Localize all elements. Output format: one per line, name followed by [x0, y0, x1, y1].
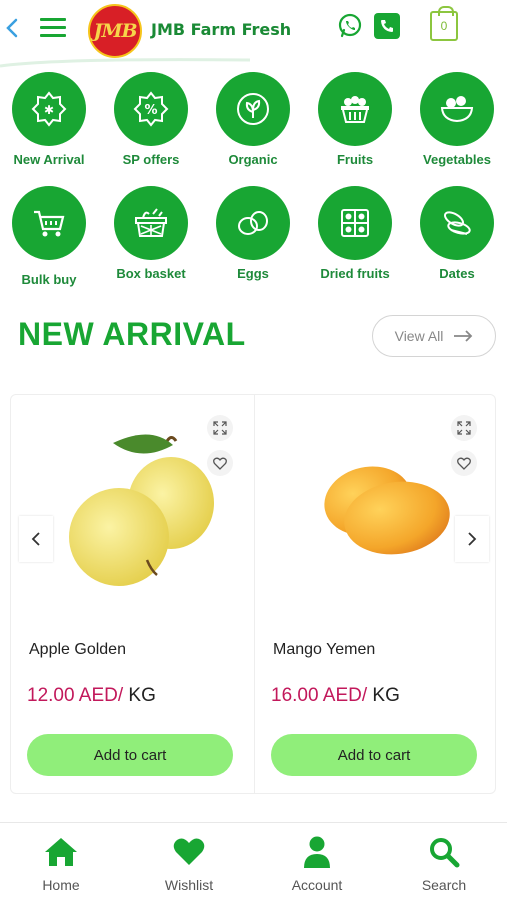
product-card[interactable]: Apple Golden 12.00 AED/ KG Add to cart [11, 395, 254, 793]
product-name[interactable]: Apple Golden [29, 641, 126, 659]
category-label: New Arrival [13, 152, 85, 167]
nav-search[interactable]: Search [394, 835, 494, 893]
category-eggs[interactable]: Eggs [203, 186, 303, 281]
svg-text:✱: ✱ [44, 103, 54, 117]
heart-icon [139, 835, 239, 869]
cart-count: 0 [440, 19, 448, 33]
product-price: 12.00 AED/ KG [27, 685, 156, 706]
category-label: Dates [439, 266, 475, 281]
header-divider [0, 58, 250, 68]
category-box-basket[interactable]: Box basket [101, 186, 201, 281]
product-carousel: Apple Golden 12.00 AED/ KG Add to cart M… [10, 394, 496, 794]
mango-yemen-image [324, 466, 450, 555]
product-card[interactable]: Mango Yemen 16.00 AED/ KG Add to cart [254, 395, 497, 793]
view-all-label: View All [394, 328, 444, 344]
nav-label: Account [291, 877, 343, 893]
category-label: Dried fruits [320, 266, 390, 281]
category-label: SP offers [122, 152, 180, 167]
nav-home[interactable]: Home [11, 835, 111, 893]
category-new-arrival[interactable]: ✱ New Arrival [0, 72, 99, 167]
carousel-next-button[interactable] [455, 516, 489, 562]
chevron-left-icon [31, 532, 40, 546]
product-name[interactable]: Mango Yemen [273, 641, 375, 659]
category-label: Fruits [336, 152, 374, 167]
chevron-right-icon [468, 532, 477, 546]
nav-label: Wishlist [164, 877, 214, 893]
category-bulk-buy[interactable]: Bulk buy [0, 186, 99, 287]
dates-icon [420, 186, 494, 260]
category-label: Eggs [237, 266, 269, 281]
brand-logo[interactable]: JMB [88, 4, 142, 58]
hamburger-menu-icon[interactable] [40, 18, 66, 40]
section-title: NEW ARRIVAL [18, 316, 246, 352]
arrow-right-icon [454, 330, 473, 342]
carousel-prev-button[interactable] [19, 516, 53, 562]
view-all-button[interactable]: View All [372, 315, 496, 357]
shopping-cart-icon [12, 186, 86, 260]
category-dried-fruits[interactable]: Dried fruits [305, 186, 405, 281]
nav-wishlist[interactable]: Wishlist [139, 835, 239, 893]
nav-label: Search [421, 877, 467, 893]
whatsapp-icon[interactable] [337, 13, 363, 39]
category-vegetables[interactable]: Vegetables [407, 72, 507, 167]
nav-label: Home [42, 877, 80, 893]
user-icon [267, 835, 367, 869]
percent-badge-icon: % [114, 72, 188, 146]
eggs-icon [216, 186, 290, 260]
category-dates[interactable]: Dates [407, 186, 507, 281]
category-label: Box basket [116, 266, 186, 281]
category-label: Organic [228, 152, 278, 167]
phone-icon[interactable] [374, 13, 400, 39]
category-sp-offers[interactable]: % SP offers [101, 72, 201, 167]
category-label: Vegetables [423, 152, 491, 167]
dried-fruits-box-icon [318, 186, 392, 260]
product-price: 16.00 AED/ KG [271, 685, 400, 706]
bottom-navigation: Home Wishlist Account Search [0, 822, 507, 900]
fruit-basket-icon [318, 72, 392, 146]
leaf-icon [216, 72, 290, 146]
cart-bag-icon[interactable]: 0 [430, 6, 458, 41]
add-to-cart-button[interactable]: Add to cart [271, 734, 477, 776]
svg-text:%: % [144, 103, 157, 118]
badge-star-icon: ✱ [12, 72, 86, 146]
category-label: Bulk buy [21, 272, 77, 287]
home-icon [11, 835, 111, 869]
category-organic[interactable]: Organic [203, 72, 303, 167]
box-basket-icon [114, 186, 188, 260]
search-icon [394, 835, 494, 869]
nav-account[interactable]: Account [267, 835, 367, 893]
apple-golden-image [69, 434, 214, 586]
add-to-cart-button[interactable]: Add to cart [27, 734, 233, 776]
vegetable-bowl-icon [420, 72, 494, 146]
back-arrow-icon[interactable] [4, 16, 20, 40]
brand-name: JMB Farm Fresh [151, 20, 292, 39]
app-header: JMB JMB Farm Fresh 0 [0, 0, 507, 68]
category-fruits[interactable]: Fruits [305, 72, 405, 167]
